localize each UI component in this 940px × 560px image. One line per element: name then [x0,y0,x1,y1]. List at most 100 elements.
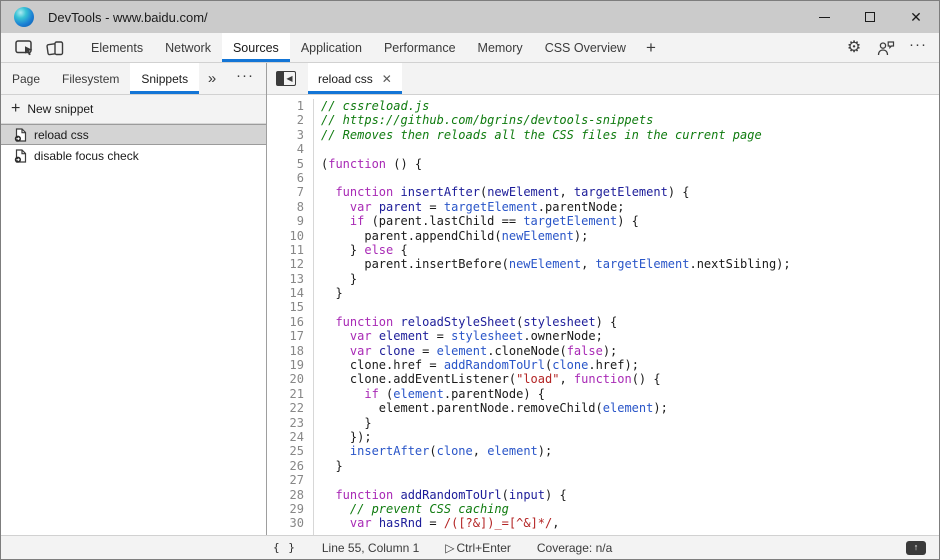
line-number[interactable]: 17 [267,329,304,343]
line-number[interactable]: 10 [267,229,304,243]
line-number[interactable]: 11 [267,243,304,257]
navigator-more-button[interactable]: ··· [232,63,258,94]
code-line: } [321,459,939,473]
snippet-item-disable-focus-check[interactable]: disable focus check [1,145,266,166]
code-line: parent.insertBefore(newElement, targetEl… [321,257,939,271]
line-number[interactable]: 6 [267,171,304,185]
devtools-window: DevTools - www.baidu.com/ ✕ ElementsNetw… [0,0,940,560]
device-toolbar-icon [46,40,64,56]
code-editor[interactable]: 1234567891011121314151617181920212223242… [267,95,939,535]
collapse-navigator-icon [277,72,284,85]
inspect-cursor-icon [15,40,34,56]
line-number[interactable]: 21 [267,387,304,401]
line-number[interactable]: 2 [267,113,304,127]
status-bar: { } Line 55, Column 1 ▷ Ctrl+Enter Cover… [1,535,939,559]
line-number[interactable]: 14 [267,286,304,300]
editor-tab-label: reload css [318,72,373,86]
navigator-tabbar: PageFilesystemSnippets » ··· [1,63,266,95]
line-number[interactable]: 22 [267,401,304,415]
more-dots-icon: ··· [909,42,927,54]
line-number[interactable]: 30 [267,516,304,530]
code-line [321,300,939,314]
maximize-button[interactable] [847,1,893,33]
line-number[interactable]: 20 [267,372,304,386]
navigator-tabs: PageFilesystemSnippets [1,63,199,94]
tab-application[interactable]: Application [290,33,373,62]
edge-logo-icon [14,7,34,27]
line-number-gutter[interactable]: 1234567891011121314151617181920212223242… [267,99,314,535]
line-number[interactable]: 15 [267,300,304,314]
toolbar-right: ⚙ ··· [841,33,939,62]
cursor-position: Line 55, Column 1 [322,541,419,555]
line-number[interactable]: 26 [267,459,304,473]
more-options-button[interactable]: ··· [905,42,931,54]
code-line: function addRandomToUrl(input) { [321,488,939,502]
tab-memory[interactable]: Memory [467,33,534,62]
line-number[interactable]: 24 [267,430,304,444]
new-snippet-button[interactable]: + New snippet [1,95,266,124]
code-line: element.parentNode.removeChild(element); [321,401,939,415]
line-number[interactable]: 28 [267,488,304,502]
tab-overflow-button[interactable]: » [199,63,225,94]
code-line: } [321,286,939,300]
add-panel-button[interactable]: + [637,33,665,62]
up-arrow-icon: ↑ [914,543,919,552]
code-line: if (element.parentNode) { [321,387,939,401]
feedback-button[interactable] [873,40,899,56]
line-number[interactable]: 4 [267,142,304,156]
code-line: // prevent CSS caching [321,502,939,516]
window-title: DevTools - www.baidu.com/ [48,10,208,25]
close-button[interactable]: ✕ [893,1,939,33]
line-number[interactable]: 19 [267,358,304,372]
content-area: PageFilesystemSnippets » ··· + New snipp… [1,63,939,535]
run-shortcut-label: Ctrl+Enter [457,541,511,555]
tab-css-overview[interactable]: CSS Overview [534,33,637,62]
line-number[interactable]: 8 [267,200,304,214]
pretty-print-button[interactable]: { } [273,541,296,554]
show-drawer-button[interactable]: ↑ [906,541,926,555]
line-number[interactable]: 3 [267,128,304,142]
line-number[interactable]: 9 [267,214,304,228]
line-number[interactable]: 1 [267,99,304,113]
play-icon: ▷ [445,541,454,555]
line-number[interactable]: 7 [267,185,304,199]
device-toolbar-button[interactable] [42,33,68,62]
code-line: // https://github.com/bgrins/devtools-sn… [321,113,939,127]
line-number[interactable]: 23 [267,416,304,430]
collapse-navigator-button[interactable]: ◀ [276,71,296,86]
maximize-icon [865,12,875,22]
settings-button[interactable]: ⚙ [841,40,867,56]
code-line: clone.href = addRandomToUrl(clone.href); [321,358,939,372]
snippet-file-icon [14,149,27,163]
left-arrow-icon: ◀ [284,72,295,85]
main-toolbar: ElementsNetworkSourcesApplicationPerform… [1,33,939,63]
code-line [321,171,939,185]
sidebar-tab-page[interactable]: Page [1,63,51,94]
run-snippet-hint: ▷ Ctrl+Enter [445,541,511,555]
line-number[interactable]: 5 [267,157,304,171]
snippet-item-reload-css[interactable]: reload css [1,124,266,145]
editor-tabbar: ◀ reload css ✕ [267,63,939,95]
sidebar-tab-snippets[interactable]: Snippets [130,63,199,94]
minimize-button[interactable] [801,1,847,33]
line-number[interactable]: 16 [267,315,304,329]
tab-network[interactable]: Network [154,33,222,62]
tab-performance[interactable]: Performance [373,33,467,62]
line-number[interactable]: 18 [267,344,304,358]
person-chat-icon [877,40,895,56]
line-number[interactable]: 12 [267,257,304,271]
line-number[interactable]: 25 [267,444,304,458]
line-number[interactable]: 13 [267,272,304,286]
tab-sources[interactable]: Sources [222,33,290,62]
title-bar: DevTools - www.baidu.com/ ✕ [1,1,939,33]
plus-icon: + [11,100,20,118]
tab-elements[interactable]: Elements [80,33,154,62]
line-number[interactable]: 29 [267,502,304,516]
more-dots-icon: ··· [236,73,254,85]
editor-tab-reload-css[interactable]: reload css ✕ [308,63,402,94]
inspect-element-button[interactable] [11,33,37,62]
line-number[interactable]: 27 [267,473,304,487]
tab-close-icon[interactable]: ✕ [382,73,392,85]
code-line: } else { [321,243,939,257]
sidebar-tab-filesystem[interactable]: Filesystem [51,63,130,94]
